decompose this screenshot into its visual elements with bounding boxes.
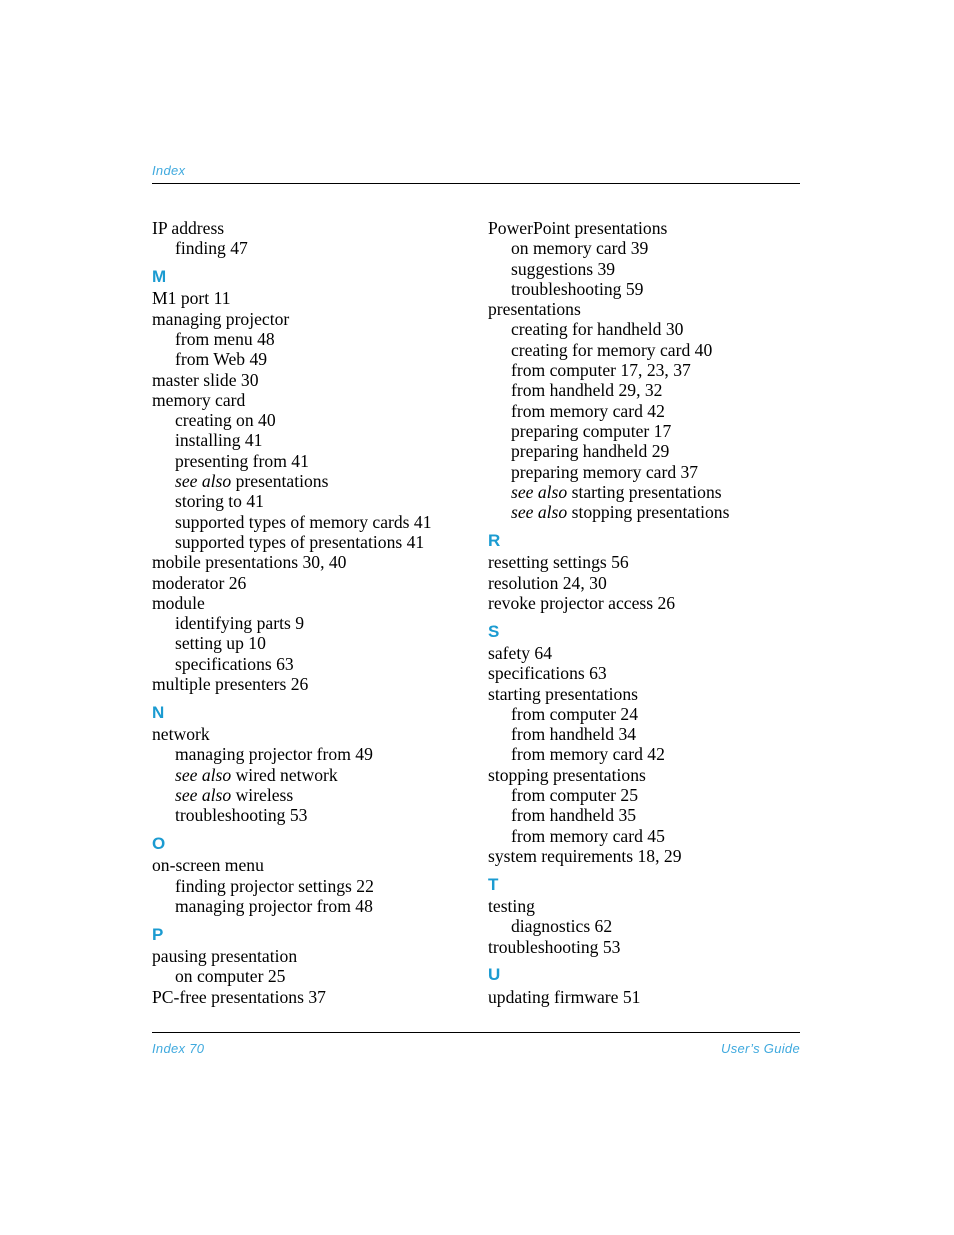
running-footer: Index 70 User’s Guide (152, 1040, 800, 1057)
index-entry: multiple presenters 26 (152, 674, 309, 695)
see-also-target: wireless (231, 785, 294, 806)
index-entry: safety 64 (488, 642, 553, 663)
see-also-target: presentations (231, 471, 329, 492)
index-subentry: managing projector from 49 (175, 744, 373, 765)
index-subentry: from computer 25 (511, 785, 639, 806)
index-page: Index IP address finding 47 M M1 port 11 man… (0, 0, 954, 1235)
index-subentry: creating for handheld 30 (511, 319, 684, 340)
index-entry: pausing presentation (152, 946, 298, 967)
index-subentry: finding 47 (175, 238, 248, 259)
index-subentry: installing 41 (175, 430, 263, 451)
index-entry: memory card (152, 389, 246, 410)
index-entry: specifications 63 (488, 663, 607, 684)
index-subentry: specifications 63 (175, 653, 294, 674)
index-subentry: preparing handheld 29 (511, 441, 670, 462)
index-subentry: diagnostics 62 (511, 916, 613, 937)
index-entry: managing projector (152, 308, 290, 329)
index-entry: mobile presentations 30, 40 (152, 552, 347, 573)
footer-document-title: User’s Guide (721, 1041, 800, 1056)
index-entry: system requirements 18, 29 (488, 845, 682, 866)
index-subentry: from memory card 42 (511, 400, 665, 421)
running-header: Index (152, 163, 800, 179)
index-subentry: troubleshooting 59 (511, 278, 644, 299)
index-subentry: presenting from 41 (175, 450, 309, 471)
see-also-target: starting presentations (567, 481, 722, 502)
index-subentry: identifying parts 9 (175, 613, 304, 634)
index-subentry: storing to 41 (175, 491, 264, 512)
index-entry: stopping presentations (488, 764, 646, 785)
index-entry: updating firmware 51 (488, 986, 641, 1007)
index-subentry: see also starting presentations (488, 482, 788, 502)
index-subentry: finding projector settings 22 (175, 875, 374, 896)
index-subentry: from handheld 34 (511, 724, 637, 745)
index-entry: troubleshooting 53 (488, 936, 621, 957)
index-entry: master slide 30 (152, 369, 259, 390)
index-letter-heading-o: O (152, 834, 166, 854)
index-subentry: from menu 48 (175, 328, 275, 349)
index-entry: PowerPoint presentations (488, 218, 668, 238)
index-letter-heading-s: S (488, 621, 500, 641)
index-subentry: from memory card 45 (511, 825, 665, 846)
see-also-label: see also (175, 785, 232, 806)
index-entry: M1 port 11 (152, 288, 231, 309)
index-subentry: from computer 24 (511, 703, 639, 724)
index-subentry: see also stopping presentations (488, 502, 788, 522)
index-entry: IP address (152, 218, 225, 238)
index-entry: PC-free presentations 37 (152, 986, 326, 1007)
index-subentry: setting up 10 (175, 633, 266, 654)
index-subentry: from handheld 35 (511, 805, 637, 826)
index-subentry: preparing computer 17 (511, 420, 672, 441)
index-entry: on-screen menu (152, 855, 264, 876)
index-letter-heading-r: R (488, 530, 501, 550)
index-entry: testing (488, 896, 535, 916)
index-subentry: supported types of memory cards 41 (175, 511, 432, 532)
index-entry: starting presentations (488, 683, 639, 704)
index-subentry: suggestions 39 (511, 258, 616, 279)
index-columns: IP address finding 47 M M1 port 11 managing … (152, 218, 800, 1008)
index-entry: module (152, 592, 205, 613)
index-subentry: creating on 40 (175, 410, 276, 431)
index-column-right: PowerPoint presentations on memory card 3… (488, 218, 788, 1007)
header-label: Index (152, 163, 186, 178)
index-letter-heading-u: U (488, 965, 501, 985)
index-entry: presentations (488, 299, 581, 320)
index-letter-heading-n: N (152, 702, 165, 722)
index-entry: revoke projector access 26 (488, 592, 676, 613)
footer-page-number: Index 70 (152, 1041, 205, 1056)
index-entry: resolution 24, 30 (488, 572, 607, 593)
index-letter-heading-m: M (152, 267, 167, 287)
index-subentry: preparing memory card 37 (511, 461, 699, 482)
see-also-label: see also (511, 502, 568, 523)
index-subentry: see also wired network (152, 765, 452, 785)
index-subentry: on computer 25 (175, 966, 286, 987)
see-also-label: see also (175, 471, 232, 492)
index-subentry: supported types of presentations 41 (175, 531, 425, 552)
header-rule (152, 183, 800, 185)
index-subentry: from Web 49 (175, 349, 268, 370)
index-letter-heading-t: T (488, 874, 499, 894)
index-subentry: see also presentations (152, 471, 452, 491)
index-subentry: troubleshooting 53 (175, 805, 308, 826)
see-also-label: see also (511, 481, 568, 502)
index-subentry: from handheld 29, 32 (511, 380, 663, 401)
index-column-left: IP address finding 47 M M1 port 11 managing … (152, 218, 452, 1007)
index-subentry: on memory card 39 (511, 238, 649, 259)
index-subentry: from memory card 42 (511, 744, 665, 765)
see-also-target: wired network (231, 764, 338, 785)
index-entry: moderator 26 (152, 572, 247, 593)
index-subentry: see also wireless (152, 785, 452, 805)
index-subentry: creating for memory card 40 (511, 339, 713, 360)
see-also-label: see also (175, 764, 232, 785)
index-letter-heading-p: P (152, 924, 164, 944)
index-subentry: from computer 17, 23, 37 (511, 360, 691, 381)
see-also-target: stopping presentations (567, 502, 730, 523)
index-subentry: managing projector from 48 (175, 896, 373, 916)
index-entry: resetting settings 56 (488, 552, 629, 573)
index-entry: network (152, 724, 210, 745)
footer-rule (152, 1032, 800, 1034)
